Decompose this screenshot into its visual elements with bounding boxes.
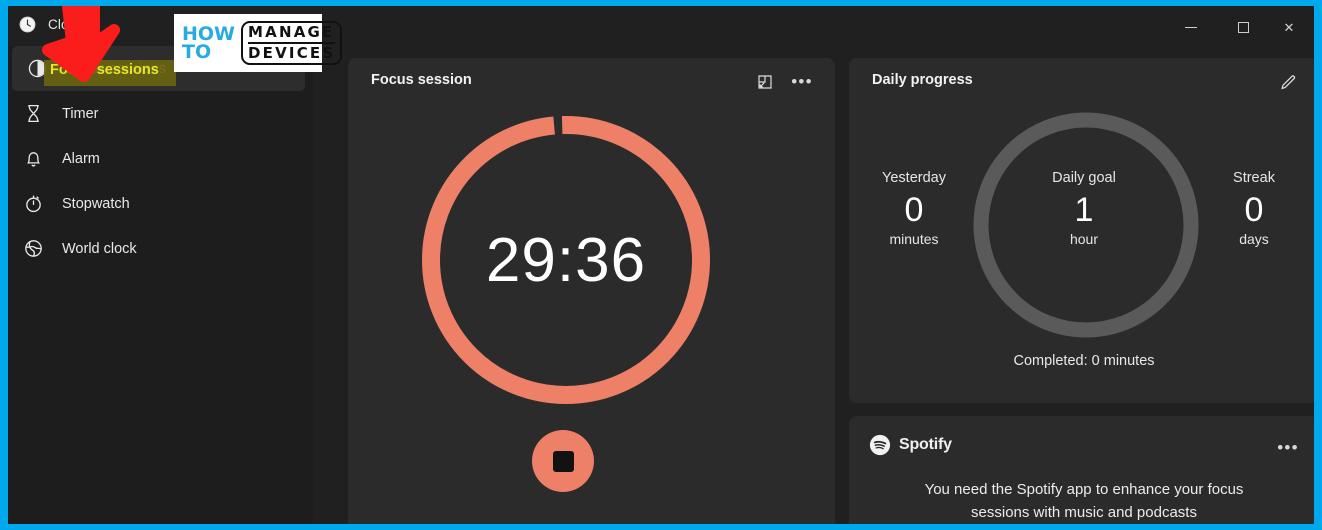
- focus-session-card: Focus session ••• 29:36: [348, 58, 835, 524]
- spotify-logo-icon: [869, 434, 891, 456]
- more-options-icon: •••: [791, 72, 813, 91]
- edit-daily-goal-button[interactable]: [1273, 68, 1303, 96]
- stat-unit: days: [1239, 231, 1269, 247]
- sidebar-item-alarm[interactable]: Alarm: [8, 136, 313, 181]
- focus-session-more-button[interactable]: •••: [787, 68, 817, 96]
- stat-value: 1: [1074, 191, 1094, 229]
- stat-label: Streak: [1233, 170, 1275, 186]
- maximize-icon: [1237, 21, 1249, 33]
- stop-session-button[interactable]: [532, 430, 594, 492]
- stopwatch-icon: [20, 191, 46, 217]
- spotify-header: Spotify: [869, 434, 952, 456]
- focus-timer-value: 29:36: [485, 225, 647, 295]
- sidebar-item-label: Timer: [62, 105, 99, 122]
- minimize-button[interactable]: [1168, 6, 1214, 48]
- bell-icon: [20, 146, 46, 172]
- sidebar-item-world-clock[interactable]: World clock: [8, 226, 313, 271]
- focus-timer-ring: 29:36: [422, 116, 710, 404]
- spotify-more-button[interactable]: •••: [1273, 434, 1303, 462]
- watermark-howto: HOW TO: [182, 24, 235, 63]
- stat-label: Yesterday: [882, 170, 946, 186]
- completed-status-text: Completed: 0 minutes: [1013, 353, 1155, 369]
- red-arrow-annotation: [42, 6, 120, 82]
- close-button[interactable]: ✕: [1266, 6, 1312, 48]
- sidebar-item-label: Alarm: [62, 150, 100, 167]
- clock-app-window: Clock ✕ Focus sessions: [8, 6, 1314, 524]
- spotify-message-line1: You need the Spotify app to enhance your…: [924, 481, 1244, 498]
- hourglass-icon: [20, 101, 46, 127]
- stat-label: Daily goal: [1052, 170, 1116, 186]
- spotify-message: You need the Spotify app to enhance your…: [879, 478, 1289, 524]
- watermark-to: TO: [182, 41, 212, 63]
- stat-unit: minutes: [889, 231, 939, 247]
- daily-progress-title: Daily progress: [872, 72, 973, 88]
- maximize-button[interactable]: [1220, 6, 1266, 48]
- daily-progress-card: Daily progress Yesterday 0 minutes Daily…: [849, 58, 1314, 403]
- watermark-manage: MANAGE: [248, 23, 335, 41]
- watermark-logo: HOW TO MANAGE DEVICES: [174, 14, 343, 72]
- stat-value: 0: [904, 191, 924, 229]
- spotify-card: Spotify ••• You need the Spotify app to …: [849, 416, 1314, 524]
- stat-unit: hour: [1069, 231, 1099, 247]
- sidebar-item-label: Stopwatch: [62, 195, 130, 212]
- pop-out-icon: [758, 75, 772, 89]
- focus-session-title: Focus session: [371, 72, 472, 88]
- pop-out-button[interactable]: [750, 68, 780, 96]
- globe-icon: [20, 236, 46, 262]
- sidebar-item-label: World clock: [62, 240, 137, 257]
- stat-value: 0: [1244, 191, 1264, 229]
- pencil-edit-icon: [1280, 74, 1295, 89]
- sidebar-item-stopwatch[interactable]: Stopwatch: [8, 181, 313, 226]
- main-content: Focus session ••• 29:36 Daily progress Y…: [313, 46, 1314, 524]
- close-icon: ✕: [1283, 19, 1295, 35]
- sidebar-item-timer[interactable]: Timer: [8, 91, 313, 136]
- annotation-frame: Clock ✕ Focus sessions: [0, 0, 1322, 530]
- spotify-name: Spotify: [899, 436, 952, 453]
- spotify-message-line2: sessions with music and podcasts: [971, 504, 1197, 521]
- stop-icon: [552, 450, 574, 472]
- more-options-icon: •••: [1277, 438, 1299, 457]
- clock-icon: [19, 16, 36, 33]
- stat-daily-goal: Daily goal 1 hour: [1024, 170, 1144, 247]
- watermark-box: MANAGE DEVICES: [241, 21, 343, 65]
- stat-yesterday: Yesterday 0 minutes: [854, 170, 974, 247]
- navigation-sidebar: Focus sessions Timer Alarm: [8, 46, 313, 524]
- stat-streak: Streak 0 days: [1194, 170, 1314, 247]
- watermark-devices: DEVICES: [248, 42, 336, 62]
- minimize-icon: [1185, 26, 1197, 28]
